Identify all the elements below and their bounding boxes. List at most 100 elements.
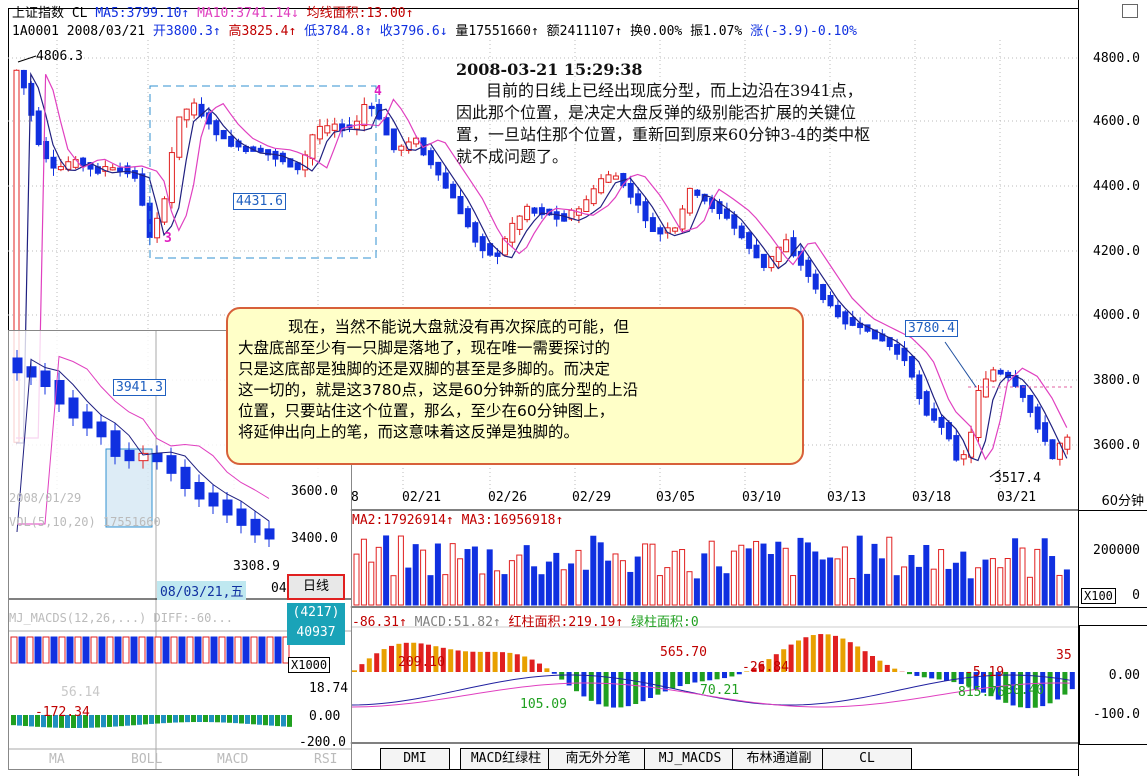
candle-body — [820, 284, 827, 301]
macd-bar — [892, 668, 898, 672]
macd-bar — [936, 672, 942, 680]
macd-bar — [455, 650, 461, 672]
macd-peak-label: -5.19 — [965, 665, 1005, 680]
volume-bar — [908, 554, 915, 606]
candle-body — [642, 201, 649, 222]
tab-macd-bars[interactable]: MACD红绿柱 — [460, 748, 552, 770]
tab-mj-macds[interactable]: MJ_MACDS — [644, 748, 736, 770]
price-tick: 3800.0 — [1093, 373, 1140, 388]
inset-volume-bar — [98, 636, 106, 664]
volume-bar — [494, 570, 501, 606]
inset-candle-body — [68, 397, 79, 419]
inset-volume-bar — [162, 636, 170, 664]
volume-bar — [856, 535, 863, 606]
inset-macd-bar — [263, 715, 268, 726]
inset-macd-bar — [113, 715, 118, 727]
volume-bar — [1012, 538, 1019, 606]
inset-macd-value: 56.14 — [61, 685, 101, 700]
macd-bar — [648, 672, 653, 698]
macd-bar — [796, 640, 801, 672]
volume-bar — [642, 543, 649, 606]
inset-candle-body — [250, 518, 261, 536]
candle-body — [117, 167, 124, 172]
inset-tab[interactable]: BOLL — [131, 752, 162, 767]
macd-bar — [507, 652, 513, 672]
macd-peak-label: 565.70 — [660, 645, 707, 660]
macd-bar — [522, 656, 528, 672]
tab-bollinger[interactable]: 布林通道副 — [732, 748, 826, 770]
volume-bar — [457, 558, 464, 606]
inset-macd-bar — [173, 715, 178, 723]
tab-cl[interactable]: CL — [822, 748, 912, 770]
inset-tab[interactable]: MACD — [217, 752, 248, 767]
volume-bar — [545, 561, 552, 606]
volume-bar — [597, 542, 604, 606]
macd-bar — [884, 664, 890, 672]
inset-volume-bar — [186, 636, 194, 664]
volume-bar — [649, 543, 656, 606]
candle-body — [635, 193, 642, 206]
candle-body — [331, 123, 338, 131]
candle-body — [1064, 436, 1071, 450]
macd-axis-tick: -100.0 — [1093, 707, 1140, 722]
candle-body — [834, 304, 841, 318]
volume-bar — [1004, 557, 1011, 606]
date-tick: 03/13 — [827, 490, 867, 505]
inset-candle-body — [236, 508, 247, 526]
inset-macd-bar — [203, 715, 208, 723]
candle-body — [908, 356, 915, 378]
macd-bar — [625, 672, 631, 707]
price-tick: 4800.0 — [1093, 51, 1140, 66]
price-tick: 4600.0 — [1093, 114, 1140, 129]
inset-macd-bar — [23, 715, 28, 727]
candle-body — [723, 208, 730, 219]
candle-body — [561, 213, 568, 222]
volume-bar — [427, 575, 434, 606]
tab-fenbi[interactable]: 南无外分笔 — [548, 748, 648, 770]
date-tick: 02/29 — [572, 490, 612, 505]
candle-body — [324, 125, 331, 134]
inset-axis-tick: 3600.0 — [291, 484, 338, 499]
volume-bar — [1056, 574, 1063, 606]
inset-tab[interactable]: MA — [49, 752, 65, 767]
volume-bar — [538, 574, 545, 606]
inset-volume-bar — [154, 636, 162, 664]
macd-bar — [862, 651, 868, 672]
volume-bar — [797, 537, 804, 606]
macd-bar — [847, 642, 853, 672]
inset-macd-bar — [179, 715, 184, 723]
candle-body — [109, 167, 116, 171]
note-line: 就不成问题了。 — [456, 147, 569, 166]
macd-bar — [544, 668, 550, 672]
price-tick: 3600.0 — [1093, 438, 1140, 453]
candle-body — [316, 125, 323, 140]
macd-dif-value: -86.31↑ — [352, 615, 407, 630]
candle-body — [154, 217, 161, 239]
period-label[interactable]: 60分钟 — [1101, 490, 1144, 509]
volume-bar — [686, 571, 693, 606]
daily-mode-button[interactable]: 日线 — [287, 574, 345, 600]
inset-macd-bar — [215, 715, 220, 723]
candle-body — [427, 150, 434, 166]
inset-volume-bar — [130, 636, 138, 664]
inset-tab[interactable]: RSI — [314, 752, 337, 767]
candle-body — [849, 317, 856, 326]
tab-dmi[interactable]: DMI — [380, 748, 450, 770]
macd-bar — [529, 659, 535, 672]
volume-bar — [952, 562, 959, 606]
macd-bar — [685, 672, 690, 685]
volume-bar — [819, 559, 826, 606]
candle-body — [398, 145, 405, 151]
volume-bar — [1041, 538, 1048, 606]
volume-bar — [967, 578, 974, 606]
inset-candle-body — [40, 370, 51, 387]
callout-line: 大盘底部至少有一只脚是落地了，现在唯一需要探讨的 — [238, 339, 611, 357]
window-restore-icon[interactable] — [1122, 4, 1138, 18]
volume-bar — [775, 541, 782, 606]
candle-body — [191, 102, 198, 116]
inset-stat-1: (4217) — [292, 605, 340, 620]
inset-macd-bar — [227, 715, 232, 723]
volume-bar — [464, 549, 471, 606]
candle-body — [309, 134, 316, 159]
candle-body — [598, 178, 605, 194]
